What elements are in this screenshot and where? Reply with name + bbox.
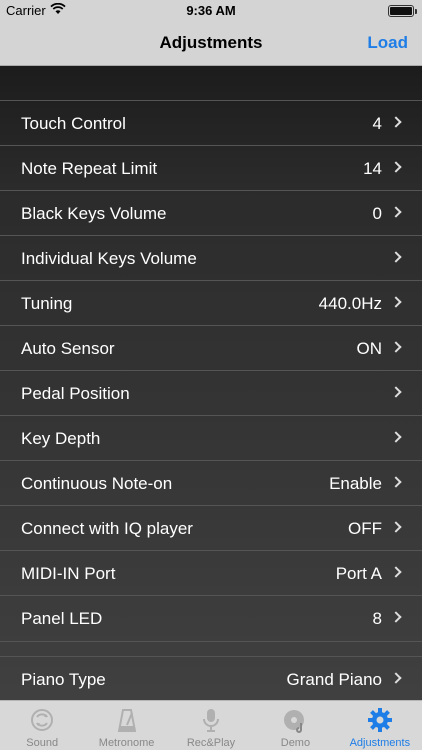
settings-group-main: Touch Control 4 Note Repeat Limit 14 Bla… xyxy=(0,100,422,642)
navigation-bar: Adjustments Load xyxy=(0,22,422,66)
tab-label: Adjustments xyxy=(349,737,411,749)
tab-demo[interactable]: Demo xyxy=(253,701,337,750)
sound-icon xyxy=(31,709,54,731)
chevron-right-icon xyxy=(390,611,402,623)
setting-row-piano-type[interactable]: Piano Type Grand Piano xyxy=(0,657,422,700)
setting-label: Connect with IQ player xyxy=(21,519,193,538)
setting-value: 440.0Hz xyxy=(318,294,382,313)
setting-value: Enable xyxy=(329,474,382,493)
chevron-right-icon xyxy=(390,251,402,263)
tab-sound[interactable]: Sound xyxy=(0,701,84,750)
setting-row-midi-in-port[interactable]: MIDI-IN Port Port A xyxy=(0,551,422,596)
disc-icon xyxy=(284,710,305,733)
setting-label: Tuning xyxy=(21,294,73,313)
status-bar: Carrier 9:36 AM xyxy=(0,0,422,22)
setting-label: Continuous Note-on xyxy=(21,474,173,493)
setting-row-key-depth[interactable]: Key Depth xyxy=(0,416,422,461)
microphone-icon xyxy=(203,709,220,732)
metronome-icon xyxy=(117,709,136,732)
setting-label: Panel LED xyxy=(21,609,103,628)
setting-row-note-repeat-limit[interactable]: Note Repeat Limit 14 xyxy=(0,146,422,191)
tab-bar: Sound Metronome Rec&Play Demo Adjustment… xyxy=(0,700,422,750)
battery-icon xyxy=(388,5,417,17)
settings-list: Touch Control 4 Note Repeat Limit 14 Bla… xyxy=(0,66,422,700)
setting-label: Black Keys Volume xyxy=(21,204,167,223)
chevron-right-icon xyxy=(390,386,402,398)
setting-row-individual-keys-volume[interactable]: Individual Keys Volume xyxy=(0,236,422,281)
settings-group-piano: Piano Type Grand Piano xyxy=(0,656,422,700)
setting-row-touch-control[interactable]: Touch Control 4 xyxy=(0,101,422,146)
tab-label: Sound xyxy=(26,737,59,749)
gear-icon xyxy=(367,708,392,732)
setting-value: 4 xyxy=(372,114,382,133)
load-button[interactable]: Load xyxy=(367,33,408,53)
setting-label: MIDI-IN Port xyxy=(21,564,116,583)
chevron-right-icon xyxy=(390,566,402,578)
chevron-right-icon xyxy=(390,476,402,488)
chevron-right-icon xyxy=(390,296,402,308)
tab-label: Demo xyxy=(280,737,311,749)
setting-row-black-keys-volume[interactable]: Black Keys Volume 0 xyxy=(0,191,422,236)
chevron-right-icon xyxy=(390,431,402,443)
chevron-right-icon xyxy=(390,161,402,173)
chevron-right-icon xyxy=(390,521,402,533)
setting-row-pedal-position[interactable]: Pedal Position xyxy=(0,371,422,416)
setting-value: ON xyxy=(356,339,383,358)
tab-metronome[interactable]: Metronome xyxy=(84,701,168,750)
setting-value: 0 xyxy=(372,204,382,223)
chevron-right-icon xyxy=(390,206,402,218)
setting-value: 8 xyxy=(372,609,382,628)
chevron-right-icon xyxy=(390,116,402,128)
setting-row-continuous-note-on[interactable]: Continuous Note-on Enable xyxy=(0,461,422,506)
setting-row-connect-iq-player[interactable]: Connect with IQ player OFF xyxy=(0,506,422,551)
page-title: Adjustments xyxy=(159,33,263,52)
setting-row-panel-led[interactable]: Panel LED 8 xyxy=(0,596,422,641)
setting-label: Piano Type xyxy=(21,670,106,689)
setting-value: 14 xyxy=(363,159,382,178)
chevron-right-icon xyxy=(390,341,402,353)
tab-rec-play[interactable]: Rec&Play xyxy=(169,701,253,750)
setting-label: Note Repeat Limit xyxy=(21,159,158,178)
tab-label: Metronome xyxy=(98,737,155,749)
tab-adjustments[interactable]: Adjustments xyxy=(338,701,422,750)
setting-label: Auto Sensor xyxy=(21,339,115,358)
setting-value: Grand Piano xyxy=(286,670,382,689)
setting-label: Individual Keys Volume xyxy=(21,249,197,268)
setting-label: Touch Control xyxy=(21,114,126,133)
setting-label: Pedal Position xyxy=(21,384,130,403)
tab-label: Rec&Play xyxy=(186,737,236,749)
status-time: 9:36 AM xyxy=(186,3,236,18)
setting-row-tuning[interactable]: Tuning 440.0Hz xyxy=(0,281,422,326)
setting-value: Port A xyxy=(335,564,382,583)
chevron-right-icon xyxy=(390,672,402,684)
setting-label: Key Depth xyxy=(21,429,101,448)
setting-row-auto-sensor[interactable]: Auto Sensor ON xyxy=(0,326,422,371)
setting-value: OFF xyxy=(348,519,382,538)
